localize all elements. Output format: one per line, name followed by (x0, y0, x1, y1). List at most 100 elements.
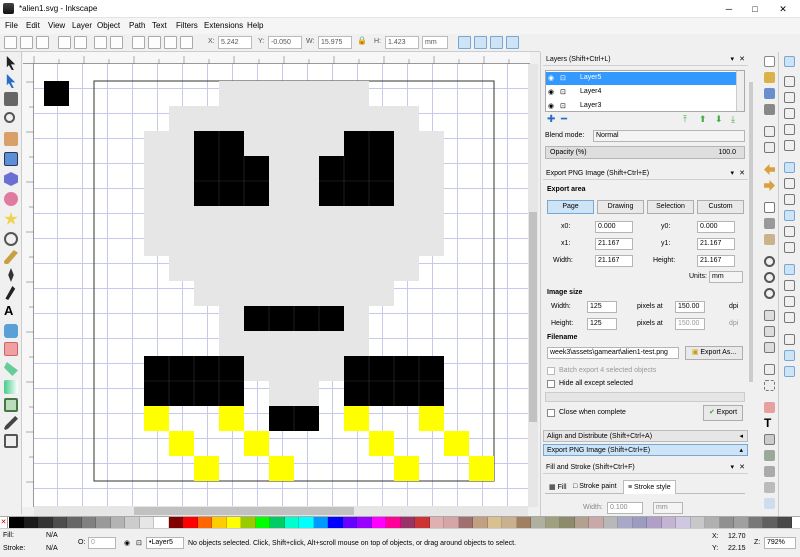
export-collapsed-header[interactable]: Export PNG Image (Shift+Ctrl+E) ▴ (543, 444, 748, 456)
ungroup-icon[interactable] (764, 380, 775, 391)
menu-view[interactable]: View (48, 21, 65, 30)
align-icon[interactable] (764, 466, 775, 477)
raise-layer-top-icon[interactable]: ⤒ (683, 114, 687, 125)
color-swatch[interactable] (52, 517, 67, 528)
h-input[interactable]: 1.423 (385, 36, 419, 49)
color-swatch[interactable] (603, 517, 618, 528)
color-swatch[interactable] (661, 517, 676, 528)
color-swatch[interactable] (676, 517, 691, 528)
tab-stroke-paint[interactable]: □ Stroke paint (573, 483, 617, 490)
raise-to-top-icon[interactable] (132, 36, 145, 49)
color-swatch[interactable] (38, 517, 53, 528)
lower-layer-bottom-icon[interactable]: ⤓ (731, 114, 735, 125)
lock-icon[interactable]: ⊡ (560, 102, 566, 110)
stroke-width-input[interactable]: 0.100 (607, 502, 643, 514)
tab-custom[interactable]: Custom (697, 200, 744, 214)
color-swatch[interactable] (139, 517, 154, 528)
measure-tool-icon[interactable] (4, 132, 18, 146)
dropper-tool-icon[interactable] (4, 416, 18, 430)
menu-file[interactable]: File (5, 21, 18, 30)
pen-tool-icon[interactable] (8, 268, 14, 282)
preferences-icon[interactable] (764, 482, 775, 493)
px-height-input[interactable]: 125 (587, 318, 617, 330)
raise-icon[interactable] (148, 36, 161, 49)
flip-vertical-icon[interactable] (110, 36, 123, 49)
rotate-ccw-icon[interactable] (58, 36, 71, 49)
color-swatch[interactable] (458, 517, 473, 528)
menu-icon[interactable]: ▾ (730, 462, 734, 474)
y1-input[interactable]: 21.167 (697, 238, 735, 250)
import-icon[interactable] (764, 126, 775, 137)
color-swatch[interactable] (386, 517, 401, 528)
lower-icon[interactable] (164, 36, 177, 49)
color-swatch[interactable] (125, 517, 140, 528)
list-item[interactable]: ◉ ⊡ Layer5 (546, 72, 736, 85)
eye-icon[interactable]: ◉ (548, 102, 554, 110)
gradient-tool-icon[interactable] (4, 380, 18, 394)
w-input[interactable]: 15.975 (318, 36, 352, 49)
opacity-slider[interactable]: Opacity (%) 100.0 (545, 146, 745, 159)
color-swatch[interactable] (734, 517, 749, 528)
vertical-scrollbar[interactable] (528, 64, 538, 507)
flip-horizontal-icon[interactable] (94, 36, 107, 49)
snap-guide-icon[interactable] (784, 366, 795, 377)
save-icon[interactable] (764, 88, 775, 99)
color-swatch[interactable] (516, 517, 531, 528)
lock-icon[interactable]: ⊡ (136, 539, 142, 547)
eraser-tool-icon[interactable] (4, 342, 18, 356)
xml-editor-icon[interactable] (764, 434, 775, 445)
hide-all-checkbox[interactable] (547, 380, 555, 388)
width-input[interactable]: 21.167 (595, 255, 633, 267)
remove-layer-icon[interactable]: ━ (561, 114, 567, 125)
color-swatch[interactable] (81, 517, 96, 528)
color-swatch[interactable] (647, 517, 662, 528)
list-item[interactable]: ◉ ⊡ Layer4 (546, 86, 736, 99)
menu-layer[interactable]: Layer (72, 21, 92, 30)
close-panel-icon[interactable]: ✕ (739, 168, 745, 180)
snap-bbox-corner-icon[interactable] (784, 108, 795, 119)
calligraphy-tool-icon[interactable] (5, 286, 16, 300)
units-select[interactable]: mm (422, 36, 448, 49)
rotate-cw-icon[interactable] (74, 36, 87, 49)
export-panel-header[interactable]: Export PNG Image (Shift+Ctrl+E) ▾ ✕ (543, 168, 748, 180)
connector-tool-icon[interactable] (4, 434, 18, 448)
blend-mode-select[interactable]: Normal (593, 130, 745, 142)
unlink-clone-icon[interactable] (764, 342, 775, 353)
snap-nodes-icon[interactable] (784, 162, 795, 173)
menu-text[interactable]: Text (152, 21, 167, 30)
zoom-drawing-icon[interactable] (764, 272, 775, 283)
node-tool-icon[interactable] (6, 74, 16, 88)
select-all-icon[interactable] (4, 36, 17, 49)
snap-smooth-icon[interactable] (784, 226, 795, 237)
snap-cusp-icon[interactable] (784, 210, 795, 221)
lock-icon[interactable]: 🔒 (357, 36, 370, 49)
color-swatch[interactable] (357, 517, 372, 528)
x0-input[interactable]: 0.000 (595, 221, 633, 233)
layers-icon[interactable] (764, 450, 775, 461)
select-all-layers-icon[interactable] (20, 36, 33, 49)
3d-box-tool-icon[interactable] (4, 172, 18, 186)
ellipse-tool-icon[interactable] (4, 192, 18, 206)
snap-intersection-icon[interactable] (784, 194, 795, 205)
color-swatch[interactable] (241, 517, 256, 528)
star-tool-icon[interactable] (4, 212, 18, 225)
lock-icon[interactable]: ⊡ (560, 88, 566, 96)
color-swatch[interactable] (748, 517, 763, 528)
menu-edit[interactable]: Edit (26, 21, 40, 30)
color-swatch[interactable] (560, 517, 575, 528)
eye-icon[interactable]: ◉ (548, 74, 554, 82)
snap-page-border-icon[interactable] (784, 334, 795, 345)
color-swatch[interactable] (313, 517, 328, 528)
print-icon[interactable] (764, 104, 775, 115)
color-swatch[interactable] (400, 517, 415, 528)
tab-drawing[interactable]: Drawing (597, 200, 644, 214)
color-swatch[interactable] (154, 517, 169, 528)
deselect-icon[interactable] (36, 36, 49, 49)
snap-enable-icon[interactable] (784, 56, 795, 67)
filename-input[interactable]: week3\assets\gameart\alien1-test.png (547, 347, 679, 359)
drawing-canvas[interactable] (34, 64, 528, 507)
move-gradients-icon[interactable] (490, 36, 503, 49)
opacity-input[interactable]: 0 (88, 537, 116, 549)
units-select[interactable]: mm (709, 271, 743, 283)
menu-icon[interactable]: ▾ (730, 168, 734, 180)
